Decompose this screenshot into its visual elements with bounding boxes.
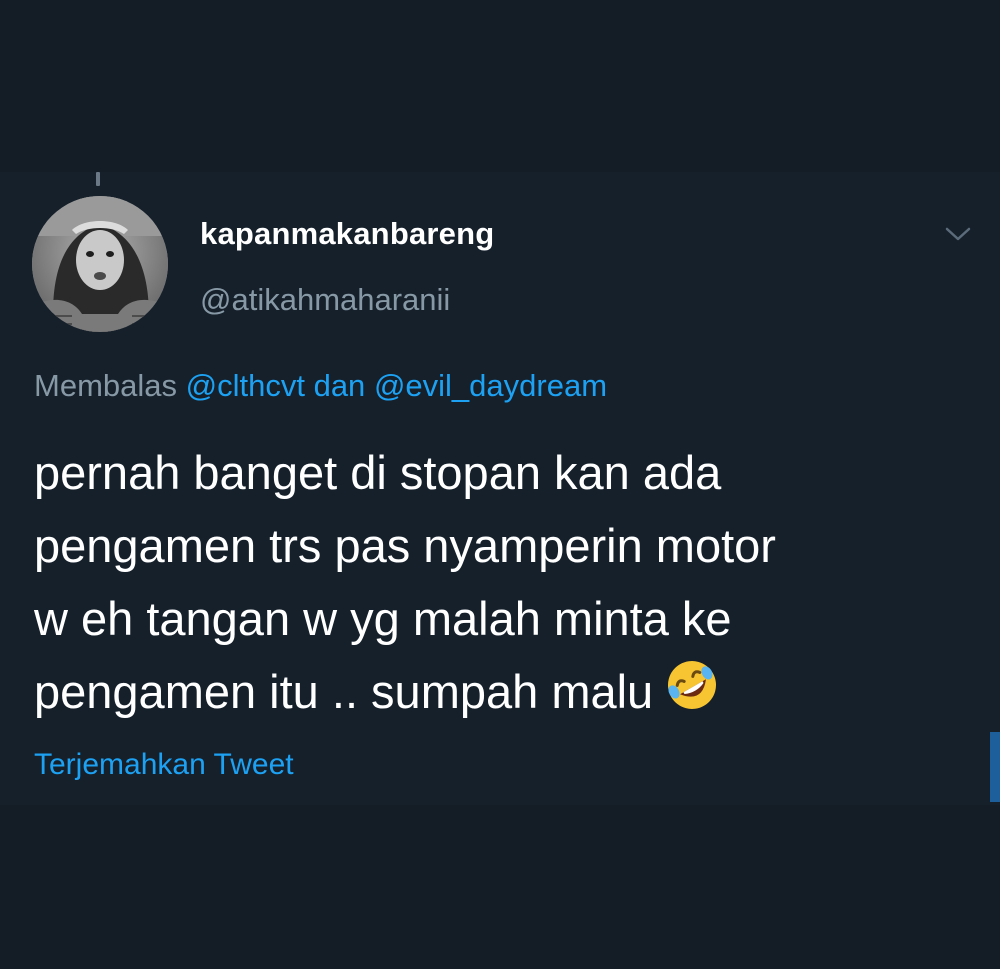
- user-handle[interactable]: @atikahmaharanii: [200, 282, 450, 318]
- reply-conjunction: dan: [313, 368, 366, 403]
- mention-link-clthcvt[interactable]: @clthcvt: [186, 368, 305, 403]
- thread-connector-line: [96, 172, 100, 186]
- top-background: [0, 0, 1000, 172]
- tweet-menu-button[interactable]: [942, 222, 974, 246]
- display-name[interactable]: kapanmakanbareng: [200, 216, 494, 252]
- translate-tweet-link[interactable]: Terjemahkan Tweet: [34, 748, 294, 782]
- bottom-background: [0, 805, 1000, 969]
- edge-indicator: [990, 732, 1000, 802]
- rolling-on-the-floor-laughing-emoji-icon: [663, 656, 721, 734]
- avatar-photo-icon: [32, 196, 168, 332]
- chevron-down-icon: [945, 227, 971, 241]
- replying-to-line: Membalas @clthcvt dan @evil_daydream: [34, 368, 607, 404]
- mention-link-evil-daydream[interactable]: @evil_daydream: [374, 368, 607, 403]
- page: kapanmakanbareng @atikahmaharanii Membal…: [0, 0, 1000, 969]
- tweet-card: kapanmakanbareng @atikahmaharanii Membal…: [0, 172, 1000, 805]
- avatar[interactable]: [32, 196, 168, 332]
- tweet-text: pernah banget di stopan kan ada pengamen…: [34, 436, 974, 734]
- reply-prefix: Membalas: [34, 368, 177, 403]
